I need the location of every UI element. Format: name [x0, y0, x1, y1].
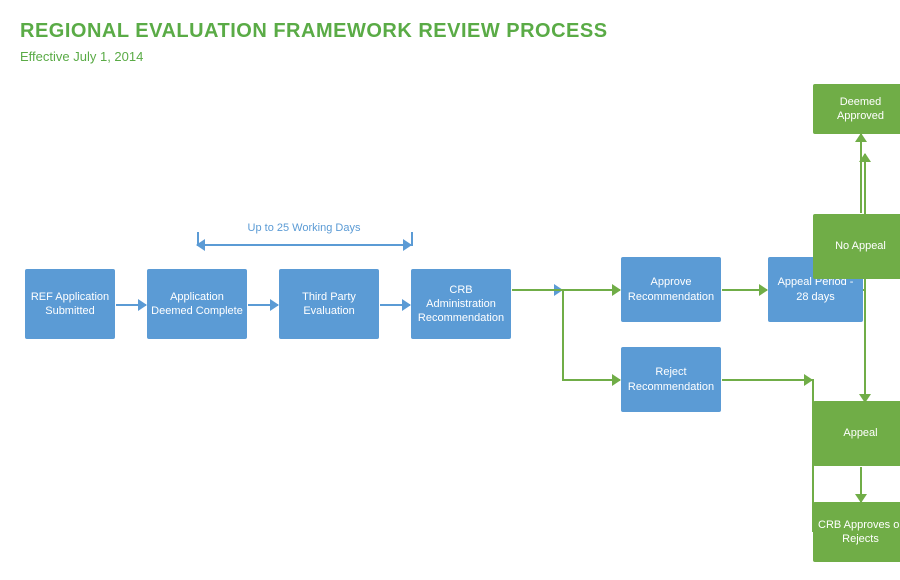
crb-admin-box: CRB Administration Recommendation — [411, 269, 511, 339]
arrow-reject-to-crb-approves — [722, 379, 812, 381]
arrow-appeal-to-crb — [860, 467, 862, 502]
hline-period-connector — [863, 289, 865, 291]
line-crb-approve — [512, 289, 562, 291]
arrow-approve-to-appeal-period — [722, 289, 767, 291]
crb-approves-box: CRB Approves or Rejects — [813, 502, 900, 562]
approve-rec-box: Approve Recommendation — [621, 257, 721, 322]
deemed-approved-box: Deemed Approved — [813, 84, 900, 134]
vline-right-working — [411, 232, 413, 246]
page-subtitle: Effective July 1, 2014 — [20, 49, 880, 64]
arrow-no-appeal-to-deemed — [860, 134, 862, 213]
vline-crb-split — [562, 289, 564, 379]
vline-reject-to-crb — [812, 379, 814, 532]
no-appeal-box: No Appeal — [813, 214, 900, 279]
page: REGIONAL EVALUATION FRAMEWORK REVIEW PRO… — [0, 0, 900, 580]
process-diagram: REF Application Submitted Application De… — [20, 74, 880, 534]
ref-application-box: REF Application Submitted — [25, 269, 115, 339]
arrow-to-approve — [562, 289, 620, 291]
reject-rec-box: Reject Recommendation — [621, 347, 721, 412]
appeal-box: Appeal — [813, 401, 900, 466]
arrow-deemed-to-third — [248, 304, 278, 306]
arrow-to-reject — [562, 379, 620, 381]
arrow-to-appeal — [864, 322, 866, 402]
vline-left-working — [197, 232, 199, 246]
arrow-ref-to-deemed — [116, 304, 146, 306]
working-days-arrow — [197, 244, 411, 246]
working-days-label: Up to 25 Working Days — [197, 222, 411, 234]
arrow-third-to-crb — [380, 304, 410, 306]
page-title: REGIONAL EVALUATION FRAMEWORK REVIEW PRO… — [20, 20, 880, 43]
third-party-box: Third Party Evaluation — [279, 269, 379, 339]
application-deemed-box: Application Deemed Complete — [147, 269, 247, 339]
